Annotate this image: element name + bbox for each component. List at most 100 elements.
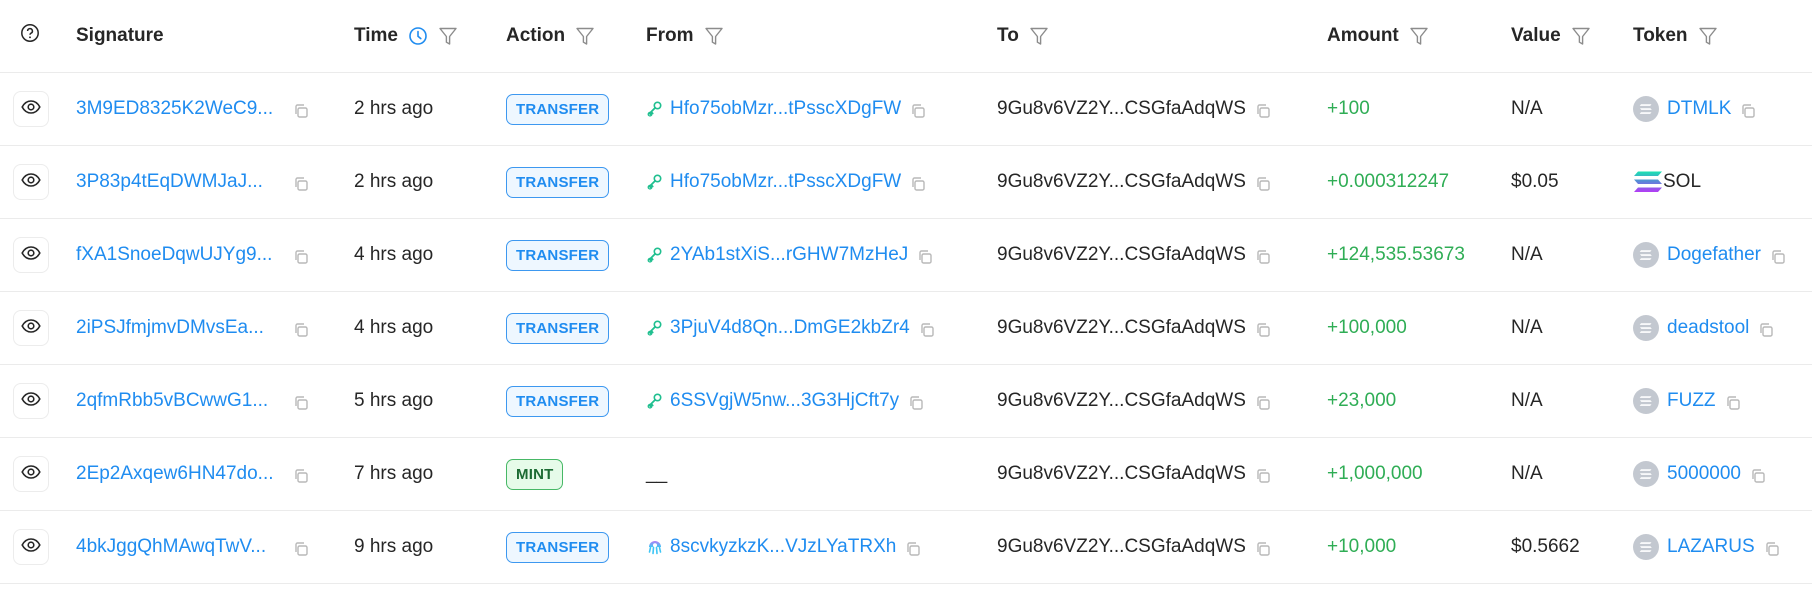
from-cell: Hfo75obMzr...tPsscXDgFW (646, 73, 926, 145)
copy-icon[interactable] (293, 103, 309, 119)
token-logo-icon (1633, 242, 1659, 268)
view-details-button[interactable] (13, 91, 49, 127)
copy-icon[interactable] (293, 395, 309, 411)
from-address-link[interactable]: 3PjuV4d8Qn...DmGE2kbZr4 (670, 317, 910, 339)
copy-icon[interactable] (1740, 103, 1756, 119)
signature-link[interactable]: fXA1SnoeDqwUJYg9... (76, 244, 284, 266)
copy-icon[interactable] (1255, 468, 1271, 484)
value-text: N/A (1511, 317, 1543, 338)
view-details-button[interactable] (13, 164, 49, 200)
value-cell: N/A (1511, 292, 1543, 364)
key-icon (646, 173, 664, 191)
amount-cell: +0.000312247 (1327, 146, 1449, 218)
to-address[interactable]: 9Gu8v6VZ2Y...CSGfaAdqWS (997, 463, 1246, 485)
copy-icon[interactable] (908, 395, 924, 411)
token-link[interactable]: deadstool (1667, 317, 1749, 339)
token-link[interactable]: LAZARUS (1667, 536, 1755, 558)
copy-icon[interactable] (1255, 103, 1271, 119)
column-header-action: Action (506, 0, 595, 72)
view-details-button[interactable] (13, 529, 49, 565)
to-cell: 9Gu8v6VZ2Y...CSGfaAdqWS (997, 219, 1271, 291)
view-details-button[interactable] (13, 383, 49, 419)
copy-icon[interactable] (1725, 395, 1741, 411)
eye-icon (21, 317, 41, 339)
amount-header-label: Amount (1327, 25, 1399, 46)
copy-icon[interactable] (293, 249, 309, 265)
filter-icon[interactable] (1029, 26, 1049, 46)
copy-icon[interactable] (1758, 322, 1774, 338)
filter-icon[interactable] (1698, 26, 1718, 46)
filter-icon[interactable] (1409, 26, 1429, 46)
to-address[interactable]: 9Gu8v6VZ2Y...CSGfaAdqWS (997, 171, 1246, 193)
signature-link[interactable]: 4bkJggQhMAwqTwV... (76, 536, 284, 558)
eye-icon (21, 463, 41, 485)
copy-icon[interactable] (1255, 176, 1271, 192)
signature-link[interactable]: 3P83p4tEqDWMJaJ... (76, 171, 284, 193)
token-link[interactable]: SOL (1663, 171, 1701, 193)
filter-icon[interactable] (1571, 26, 1591, 46)
time-text: 5 hrs ago (354, 390, 434, 411)
copy-icon[interactable] (1770, 249, 1786, 265)
signature-link[interactable]: 2Ep2Axqew6HN47do... (76, 463, 284, 485)
to-address[interactable]: 9Gu8v6VZ2Y...CSGfaAdqWS (997, 317, 1246, 339)
time-text: 9 hrs ago (354, 536, 434, 557)
view-details-button[interactable] (13, 237, 49, 273)
value-cell: N/A (1511, 219, 1543, 291)
from-address-link[interactable]: 8scvkyzkzK...VJzLYaTRXh (670, 536, 896, 558)
to-address[interactable]: 9Gu8v6VZ2Y...CSGfaAdqWS (997, 244, 1246, 266)
filter-icon[interactable] (438, 26, 458, 46)
amount-text: +0.000312247 (1327, 171, 1450, 192)
column-header-signature: Signature (76, 0, 164, 72)
copy-icon[interactable] (1255, 395, 1271, 411)
copy-icon[interactable] (293, 322, 309, 338)
action-badge: TRANSFER (506, 93, 610, 125)
copy-icon[interactable] (919, 322, 935, 338)
help-button[interactable] (20, 0, 40, 72)
copy-icon[interactable] (910, 176, 926, 192)
from-address-link[interactable]: Hfo75obMzr...tPsscXDgFW (670, 171, 901, 193)
from-address-link[interactable]: Hfo75obMzr...tPsscXDgFW (670, 98, 901, 120)
copy-icon[interactable] (910, 103, 926, 119)
token-link[interactable]: FUZZ (1667, 390, 1716, 412)
token-cell: FUZZ (1633, 365, 1741, 437)
from-address-link[interactable]: 2YAb1stXiS...rGHW7MzHeJ (670, 244, 908, 266)
to-address[interactable]: 9Gu8v6VZ2Y...CSGfaAdqWS (997, 98, 1246, 120)
copy-icon[interactable] (293, 468, 309, 484)
eye-icon (21, 390, 41, 412)
view-details-button[interactable] (13, 456, 49, 492)
signature-cell: 3P83p4tEqDWMJaJ... (76, 146, 309, 218)
to-cell: 9Gu8v6VZ2Y...CSGfaAdqWS (997, 438, 1271, 510)
token-logo-icon (1633, 315, 1659, 341)
token-link[interactable]: Dogefather (1667, 244, 1761, 266)
filter-icon[interactable] (704, 26, 724, 46)
time-text: 2 hrs ago (354, 171, 434, 192)
to-address[interactable]: 9Gu8v6VZ2Y...CSGfaAdqWS (997, 536, 1246, 558)
view-details-button[interactable] (13, 310, 49, 346)
copy-icon[interactable] (1750, 468, 1766, 484)
copy-icon[interactable] (1764, 541, 1780, 557)
copy-icon[interactable] (293, 541, 309, 557)
table-header: Signature Time Action From To Amount Val… (0, 0, 1812, 73)
amount-text: +23,000 (1327, 390, 1397, 411)
copy-icon[interactable] (293, 176, 309, 192)
copy-icon[interactable] (905, 541, 921, 557)
copy-icon[interactable] (1255, 249, 1271, 265)
copy-icon[interactable] (1255, 541, 1271, 557)
signature-link[interactable]: 3M9ED8325K2WeC9... (76, 98, 284, 120)
copy-icon[interactable] (1255, 322, 1271, 338)
to-address[interactable]: 9Gu8v6VZ2Y...CSGfaAdqWS (997, 390, 1246, 412)
key-icon (646, 100, 664, 118)
signature-link[interactable]: 2qfmRbb5vBCwwG1... (76, 390, 284, 412)
from-address-link[interactable]: 6SSVgjW5nw...3G3HjCft7y (670, 390, 899, 412)
token-logo-icon (1633, 461, 1659, 487)
token-cell: LAZARUS (1633, 511, 1780, 583)
key-icon (646, 392, 664, 410)
signature-link[interactable]: 2iPSJfmjmvDMvsEa... (76, 317, 284, 339)
amount-cell: +100,000 (1327, 292, 1407, 364)
token-link[interactable]: DTMLK (1667, 98, 1731, 120)
action-badge: MINT (506, 458, 564, 490)
clock-icon[interactable] (408, 26, 428, 46)
filter-icon[interactable] (575, 26, 595, 46)
copy-icon[interactable] (917, 249, 933, 265)
token-link[interactable]: 5000000 (1667, 463, 1741, 485)
